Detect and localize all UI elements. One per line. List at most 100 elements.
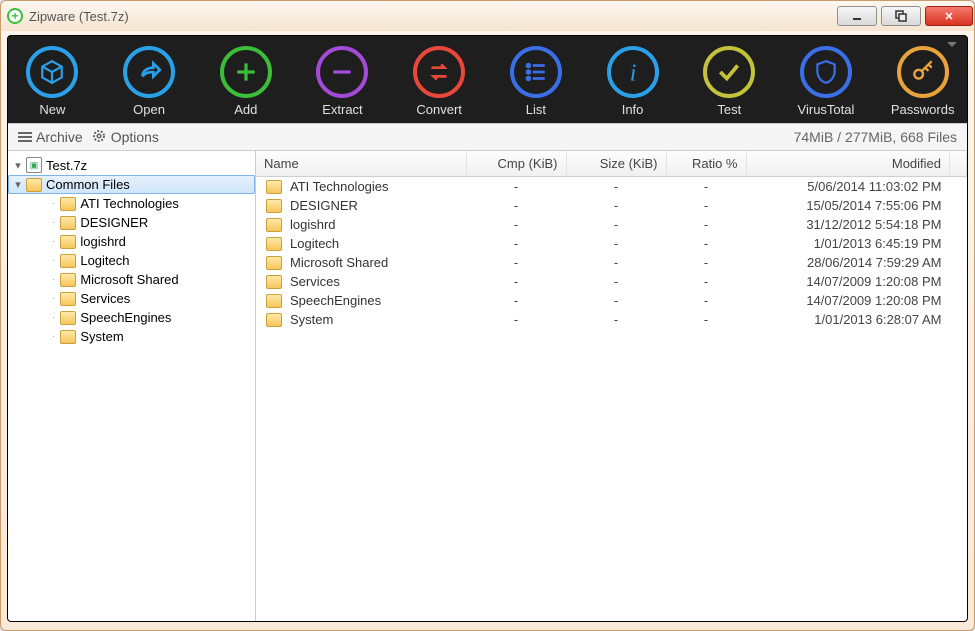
row-modified: 31/12/2012 5:54:18 PM xyxy=(746,215,950,234)
table-row[interactable]: System---1/01/2013 6:28:07 AM xyxy=(256,310,967,329)
row-ratio: - xyxy=(666,177,746,197)
col-name[interactable]: Name xyxy=(256,151,466,177)
folder-icon xyxy=(266,294,282,308)
folder-icon xyxy=(60,292,76,306)
app-window: + Zipware (Test.7z) ✕ New Open Add Extract C… xyxy=(0,0,975,631)
tree-item-common-files[interactable]: ▾Common Files xyxy=(8,175,255,194)
virustotal-label: VirusTotal xyxy=(798,102,855,117)
row-name: logishrd xyxy=(290,217,336,232)
passwords-button[interactable]: Passwords xyxy=(886,46,959,117)
tree-item-ati-technologies[interactable]: ·ATI Technologies xyxy=(8,194,255,213)
table-row[interactable]: logishrd---31/12/2012 5:54:18 PM xyxy=(256,215,967,234)
content-area: ▾▣Test.7z▾Common Files·ATI Technologies·… xyxy=(8,151,967,621)
virustotal-button[interactable]: VirusTotal xyxy=(790,46,863,117)
tree-item-label: Logitech xyxy=(80,253,129,268)
new-label: New xyxy=(39,102,65,117)
table-row[interactable]: ATI Technologies---5/06/2014 11:03:02 PM xyxy=(256,177,967,197)
row-size: - xyxy=(566,272,666,291)
tree-item-speechengines[interactable]: ·SpeechEngines xyxy=(8,308,255,327)
row-cmp: - xyxy=(466,253,566,272)
col-cmp[interactable]: Cmp (KiB) xyxy=(466,151,566,177)
tree-item-microsoft-shared[interactable]: ·Microsoft Shared xyxy=(8,270,255,289)
list-button[interactable]: List xyxy=(500,46,573,117)
folder-icon xyxy=(60,273,76,287)
tree-item-system[interactable]: ·System xyxy=(8,327,255,346)
window-controls: ✕ xyxy=(833,6,973,26)
inner-frame: New Open Add Extract Convert List iInfo Test Vir… xyxy=(7,35,968,622)
col-ratio[interactable]: Ratio % xyxy=(666,151,746,177)
folder-icon xyxy=(60,197,76,211)
file-list-table: Name Cmp (KiB) Size (KiB) Ratio % Modifi… xyxy=(256,151,967,329)
table-row[interactable]: Services---14/07/2009 1:20:08 PM xyxy=(256,272,967,291)
tree-item-label: ATI Technologies xyxy=(80,196,179,211)
passwords-label: Passwords xyxy=(891,102,955,117)
tree-item-logishrd[interactable]: ·logishrd xyxy=(8,232,255,251)
key-icon xyxy=(897,46,949,98)
minimize-button[interactable] xyxy=(837,6,877,26)
col-size[interactable]: Size (KiB) xyxy=(566,151,666,177)
row-cmp: - xyxy=(466,291,566,310)
titlebar: + Zipware (Test.7z) ✕ xyxy=(1,1,974,31)
window-title: Zipware (Test.7z) xyxy=(29,9,833,24)
tree-item-logitech[interactable]: ·Logitech xyxy=(8,251,255,270)
open-label: Open xyxy=(133,102,165,117)
row-name: DESIGNER xyxy=(290,198,358,213)
folder-icon xyxy=(266,199,282,213)
maximize-button[interactable] xyxy=(881,6,921,26)
row-modified: 5/06/2014 11:03:02 PM xyxy=(746,177,950,197)
folder-icon xyxy=(60,254,76,268)
folder-icon xyxy=(266,256,282,270)
cube-icon xyxy=(26,46,78,98)
test-label: Test xyxy=(717,102,741,117)
open-button[interactable]: Open xyxy=(113,46,186,117)
hamburger-icon xyxy=(18,130,32,144)
row-cmp: - xyxy=(466,196,566,215)
col-spacer xyxy=(950,151,967,177)
add-button[interactable]: Add xyxy=(209,46,282,117)
shield-icon xyxy=(800,46,852,98)
row-ratio: - xyxy=(666,215,746,234)
status-text: 74MiB / 277MiB, 668 Files xyxy=(794,129,957,145)
sub-toolbar: Archive Options 74MiB / 277MiB, 668 File… xyxy=(8,123,967,151)
plus-icon xyxy=(220,46,272,98)
info-button[interactable]: iInfo xyxy=(596,46,669,117)
list-icon xyxy=(510,46,562,98)
convert-button[interactable]: Convert xyxy=(403,46,476,117)
app-icon: + xyxy=(7,8,23,24)
minus-icon xyxy=(316,46,368,98)
archive-menu[interactable]: Archive xyxy=(18,129,83,145)
col-modified[interactable]: Modified xyxy=(746,151,950,177)
row-modified: 28/06/2014 7:59:29 AM xyxy=(746,253,950,272)
folder-icon xyxy=(266,313,282,327)
options-menu-label: Options xyxy=(111,129,159,145)
table-row[interactable]: SpeechEngines---14/07/2009 1:20:08 PM xyxy=(256,291,967,310)
new-button[interactable]: New xyxy=(16,46,89,117)
folder-icon xyxy=(60,235,76,249)
table-row[interactable]: DESIGNER---15/05/2014 7:55:06 PM xyxy=(256,196,967,215)
tree-root[interactable]: ▾▣Test.7z xyxy=(8,155,255,175)
close-button[interactable]: ✕ xyxy=(925,6,973,26)
tree-item-label: logishrd xyxy=(80,234,126,249)
add-label: Add xyxy=(234,102,257,117)
tree-pane[interactable]: ▾▣Test.7z▾Common Files·ATI Technologies·… xyxy=(8,151,256,621)
tree-item-designer[interactable]: ·DESIGNER xyxy=(8,213,255,232)
gear-icon xyxy=(91,128,107,147)
table-row[interactable]: Microsoft Shared---28/06/2014 7:59:29 AM xyxy=(256,253,967,272)
row-cmp: - xyxy=(466,177,566,197)
row-cmp: - xyxy=(466,310,566,329)
row-modified: 15/05/2014 7:55:06 PM xyxy=(746,196,950,215)
tree-item-label: Microsoft Shared xyxy=(80,272,178,287)
tree-item-services[interactable]: ·Services xyxy=(8,289,255,308)
archive-menu-label: Archive xyxy=(36,129,83,145)
row-size: - xyxy=(566,177,666,197)
list-pane[interactable]: Name Cmp (KiB) Size (KiB) Ratio % Modifi… xyxy=(256,151,967,621)
folder-icon xyxy=(266,237,282,251)
test-button[interactable]: Test xyxy=(693,46,766,117)
options-menu[interactable]: Options xyxy=(91,128,159,147)
tree-item-label: Common Files xyxy=(46,177,130,192)
extract-label: Extract xyxy=(322,102,362,117)
svg-text:i: i xyxy=(629,61,636,85)
table-row[interactable]: Logitech---1/01/2013 6:45:19 PM xyxy=(256,234,967,253)
extract-button[interactable]: Extract xyxy=(306,46,379,117)
row-ratio: - xyxy=(666,234,746,253)
